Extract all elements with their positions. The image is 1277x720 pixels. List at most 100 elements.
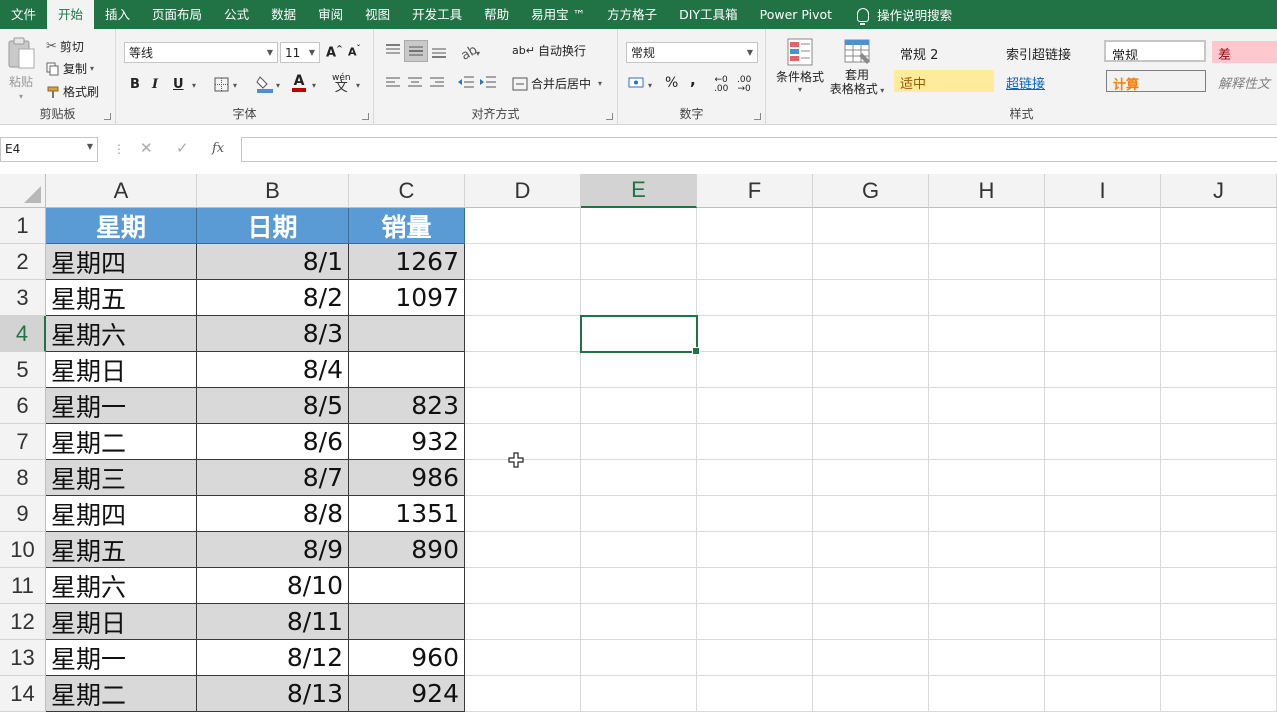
ribbon-tab[interactable]: 页面布局 <box>141 0 213 29</box>
column-header[interactable]: G <box>813 174 929 208</box>
grid-cell[interactable] <box>813 568 929 604</box>
table-cell[interactable]: 星期二 <box>46 676 197 712</box>
row-header[interactable]: 9 <box>0 496 46 532</box>
grid-cell[interactable] <box>1045 568 1161 604</box>
grid-cell[interactable] <box>1161 388 1277 424</box>
table-cell[interactable]: 823 <box>349 388 465 424</box>
grid-cell[interactable] <box>1045 388 1161 424</box>
grid-cell[interactable] <box>1161 496 1277 532</box>
grid-cell[interactable] <box>929 388 1045 424</box>
grid-cell[interactable] <box>1045 460 1161 496</box>
grid-cell[interactable] <box>581 352 697 388</box>
align-right-icon[interactable] <box>428 76 446 90</box>
ribbon-tab[interactable]: 视图 <box>354 0 401 29</box>
decrease-decimal-button[interactable]: .00 →0 <box>737 76 751 94</box>
grid-cell[interactable] <box>1161 640 1277 676</box>
align-left-icon[interactable] <box>384 76 402 90</box>
grid-cell[interactable] <box>929 316 1045 352</box>
row-header[interactable]: 1 <box>0 208 46 244</box>
column-header[interactable]: B <box>197 174 349 208</box>
grid-cell[interactable] <box>697 496 813 532</box>
grid-cell[interactable] <box>1161 568 1277 604</box>
grid-cell[interactable] <box>813 460 929 496</box>
grid-cell[interactable] <box>465 604 581 640</box>
number-format-select[interactable]: 常规 ▼ <box>626 42 758 63</box>
dialog-launcher-icon[interactable] <box>362 113 369 120</box>
cancel-icon[interactable]: ✕ <box>140 139 153 157</box>
row-header[interactable]: 6 <box>0 388 46 424</box>
chevron-down-icon[interactable]: ▾ <box>233 81 237 90</box>
grid-cell[interactable] <box>1045 532 1161 568</box>
italic-button[interactable]: I <box>152 77 158 92</box>
grid-cell[interactable] <box>697 460 813 496</box>
row-header[interactable]: 12 <box>0 604 46 640</box>
grid-cell[interactable] <box>929 676 1045 712</box>
grid-cell[interactable] <box>929 532 1045 568</box>
grow-font-button[interactable]: A^ <box>326 44 343 60</box>
table-cell[interactable]: 8/3 <box>197 316 349 352</box>
shrink-font-button[interactable]: Aˇ <box>348 44 361 59</box>
cut-button[interactable]: ✂ 剪切 <box>46 38 84 55</box>
comma-button[interactable]: , <box>690 71 696 89</box>
grid-cell[interactable] <box>465 496 581 532</box>
row-header[interactable]: 2 <box>0 244 46 280</box>
grid-cell[interactable] <box>465 676 581 712</box>
grid-cell[interactable] <box>581 208 697 244</box>
grid-cell[interactable] <box>1045 244 1161 280</box>
copy-button[interactable]: 复制 ▾ <box>46 60 94 77</box>
orientation-icon[interactable]: ab▾ <box>458 41 482 61</box>
table-cell[interactable]: 1097 <box>349 280 465 316</box>
grid-cell[interactable] <box>581 568 697 604</box>
grid-cell[interactable] <box>813 352 929 388</box>
table-cell[interactable]: 星期五 <box>46 280 197 316</box>
table-cell[interactable]: 星期一 <box>46 640 197 676</box>
grid-cell[interactable] <box>1045 208 1161 244</box>
grid-cell[interactable] <box>813 208 929 244</box>
select-all-button[interactable] <box>0 174 46 208</box>
grid-cell[interactable] <box>929 424 1045 460</box>
grid-cell[interactable] <box>813 244 929 280</box>
table-cell[interactable]: 星期日 <box>46 352 197 388</box>
grid-cell[interactable] <box>581 424 697 460</box>
ribbon-tab[interactable]: DIY工具箱 <box>668 0 748 29</box>
style-index-hyperlink[interactable]: 索引超链接 <box>1000 41 1100 63</box>
grid-cell[interactable] <box>697 604 813 640</box>
table-cell[interactable]: 星期六 <box>46 568 197 604</box>
style-bad[interactable]: 差 <box>1212 41 1277 63</box>
ribbon-tab[interactable]: 开始 <box>47 0 95 29</box>
table-cell[interactable] <box>349 568 465 604</box>
grid-cell[interactable] <box>697 352 813 388</box>
grid-cell[interactable] <box>1045 352 1161 388</box>
row-header[interactable]: 7 <box>0 424 46 460</box>
column-header[interactable]: I <box>1045 174 1161 208</box>
grid-cell[interactable] <box>1045 676 1161 712</box>
conditional-format-button[interactable]: 条件格式 ▾ <box>774 37 826 94</box>
grid-cell[interactable] <box>697 676 813 712</box>
column-header[interactable]: H <box>929 174 1045 208</box>
table-cell[interactable]: 8/2 <box>197 280 349 316</box>
grid-cell[interactable] <box>1161 244 1277 280</box>
grid-cell[interactable] <box>1161 280 1277 316</box>
table-cell[interactable]: 890 <box>349 532 465 568</box>
percent-button[interactable]: % <box>665 75 678 91</box>
accounting-format-icon[interactable] <box>628 75 646 91</box>
table-cell[interactable]: 8/7 <box>197 460 349 496</box>
column-header[interactable]: E <box>581 174 697 208</box>
active-cell-selection[interactable] <box>580 315 700 355</box>
grid-cell[interactable] <box>697 280 813 316</box>
table-cell[interactable]: 8/13 <box>197 676 349 712</box>
dialog-launcher-icon[interactable] <box>606 113 613 120</box>
grid-cell[interactable] <box>581 244 697 280</box>
grid-cell[interactable] <box>1161 352 1277 388</box>
grid-cell[interactable] <box>697 208 813 244</box>
align-bottom-icon[interactable] <box>430 43 448 59</box>
grid-cell[interactable] <box>929 208 1045 244</box>
ribbon-tab[interactable]: 帮助 <box>473 0 520 29</box>
ribbon-tab[interactable]: Power Pivot <box>749 0 843 29</box>
grid-cell[interactable] <box>581 676 697 712</box>
grid-cell[interactable] <box>929 568 1045 604</box>
grid-cell[interactable] <box>697 640 813 676</box>
table-cell[interactable]: 8/12 <box>197 640 349 676</box>
grid-cell[interactable] <box>813 496 929 532</box>
underline-button[interactable]: U <box>173 77 184 92</box>
